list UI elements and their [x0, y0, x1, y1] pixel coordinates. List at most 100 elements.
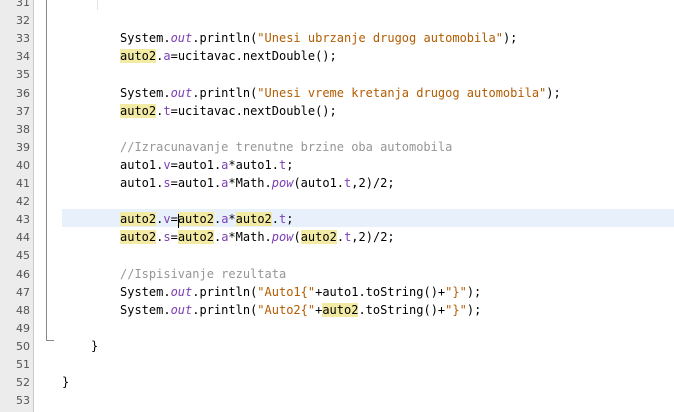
code-token: System. — [120, 31, 171, 46]
code-token: +auto1.toString()+ — [315, 284, 446, 299]
code-token: .println( — [192, 302, 258, 317]
code-line[interactable]: //Ispisivanje rezultata — [120, 267, 286, 281]
code-line[interactable]: auto1.v=auto1.a*auto1.t; — [120, 158, 293, 172]
code-token: =auto1. — [170, 176, 222, 190]
code-token: s — [163, 176, 171, 190]
code-token: "Auto2{" — [257, 302, 316, 317]
code-token: "Unesi vreme kretanja drugog automobila" — [257, 85, 547, 100]
code-line[interactable]: auto2.a=ucitavac.nextDouble(); — [120, 49, 337, 64]
code-token: ; — [286, 212, 294, 227]
code-line[interactable]: //Izracunavanje trenutne brzine oba auto… — [120, 140, 452, 154]
fold-guide-method — [46, 0, 47, 340]
code-token: } — [91, 338, 99, 353]
indent-guide — [97, 0, 98, 10]
code-line[interactable]: auto2.s=auto2.a*Math.pow(auto2.t,2)/2; — [120, 230, 395, 245]
code-token: (auto1. — [293, 176, 345, 190]
code-token: .println( — [192, 85, 258, 100]
code-token: auto1. — [120, 176, 164, 190]
code-token: .println( — [192, 31, 258, 46]
highlighted-occurrence: auto2 — [177, 230, 214, 245]
code-token: pow — [271, 176, 294, 190]
code-token: out — [170, 284, 193, 299]
line-number: 46 — [16, 267, 30, 281]
highlighted-occurrence: auto2 — [322, 302, 359, 317]
code-token: "Unesi ubrzanje drugog automobila" — [257, 31, 503, 46]
highlighted-occurrence: auto2 — [120, 212, 157, 227]
line-number: 43 — [16, 213, 30, 227]
line-number: 48 — [16, 303, 30, 317]
code-token: "Auto1{" — [257, 284, 316, 299]
code-token: s — [163, 230, 171, 245]
highlighted-occurrence: auto2 — [120, 103, 157, 118]
code-token: out — [170, 302, 193, 317]
code-token: ); — [546, 85, 561, 100]
code-token: . — [336, 230, 345, 245]
line-number: 34 — [16, 50, 30, 64]
line-number: 45 — [16, 249, 30, 263]
line-number: 53 — [16, 394, 30, 408]
code-token: System. — [120, 302, 171, 317]
code-token: =auto1. — [170, 157, 222, 172]
code-line[interactable]: System.out.println("Auto1{"+auto1.toStri… — [120, 285, 481, 299]
code-line[interactable]: auto2.t=ucitavac.nextDouble(); — [120, 103, 337, 118]
highlighted-occurrence: auto2 — [120, 49, 157, 64]
code-token: *Math. — [228, 230, 272, 245]
code-line[interactable]: System.out.println("Unesi ubrzanje drugo… — [120, 31, 517, 45]
code-token: . — [271, 212, 280, 227]
code-token: //Izracunavanje trenutne brzine oba auto… — [120, 139, 453, 154]
code-line[interactable]: auto1.s=auto1.a*Math.pow(auto1.t,2)/2; — [120, 176, 395, 190]
line-number: 33 — [16, 32, 30, 46]
code-token: ,2)/2; — [351, 230, 395, 245]
line-number: 50 — [16, 339, 30, 353]
line-number: 32 — [16, 14, 30, 28]
line-number: 51 — [16, 358, 30, 371]
code-line[interactable]: } — [62, 375, 69, 389]
code-editor[interactable]: 31 32 33 34 35 36 37 38 39 40 41 42 43 44 45 46 47 48 49 50… — [0, 0, 674, 412]
code-token: out — [170, 31, 193, 46]
code-token: pow — [271, 230, 294, 245]
line-number: 38 — [16, 122, 30, 136]
code-token: = — [170, 212, 178, 227]
code-token: System. — [120, 284, 171, 299]
line-number: 36 — [16, 86, 30, 100]
line-number: 31 — [16, 0, 30, 9]
highlighted-occurrence: auto2 — [235, 212, 272, 227]
line-number: 40 — [16, 158, 30, 172]
code-token: ( — [293, 230, 301, 245]
code-token: =ucitavac.nextDouble(); — [170, 49, 337, 64]
fold-margin — [34, 0, 60, 412]
line-number: 41 — [16, 177, 30, 190]
code-line[interactable]: System.out.println("Unesi vreme kretanja… — [120, 86, 561, 100]
code-token: v — [163, 157, 171, 172]
code-line[interactable]: } — [91, 339, 98, 353]
code-token: "}" — [445, 284, 467, 299]
code-token: =ucitavac.nextDouble(); — [170, 103, 337, 118]
code-token: .println( — [192, 284, 258, 299]
code-token: "}" — [445, 302, 467, 317]
line-number: 52 — [16, 376, 30, 390]
code-line[interactable]: auto2.v=auto2.a*auto2.t; — [120, 212, 294, 227]
code-token: out — [170, 85, 193, 100]
line-number: 47 — [16, 285, 30, 299]
code-line[interactable]: System.out.println("Auto2{"+auto2.toStri… — [120, 302, 481, 317]
highlighted-occurrence: auto2 — [120, 230, 157, 245]
fold-end-method — [46, 340, 54, 341]
code-token: *auto1. — [228, 157, 279, 172]
code-token: .toString()+ — [358, 302, 446, 317]
code-token: ,2)/2; — [351, 176, 395, 190]
code-token: t — [163, 103, 171, 118]
code-token: ); — [502, 31, 518, 46]
code-token: *Math. — [228, 176, 272, 190]
highlighted-occurrence: auto2 — [300, 230, 337, 245]
code-token: a — [163, 49, 171, 64]
line-number: 42 — [16, 195, 30, 209]
code-token: System. — [120, 85, 171, 100]
line-number: 44 — [16, 231, 30, 245]
text-caret — [178, 214, 179, 229]
code-token: = — [170, 230, 178, 245]
code-token: //Ispisivanje rezultata — [120, 266, 287, 281]
line-number-gutter[interactable]: 31 32 33 34 35 36 37 38 39 40 41 42 43 44 45 46 47 48 49 50… — [0, 0, 34, 412]
code-token: } — [62, 375, 70, 390]
line-number: 35 — [16, 68, 30, 82]
code-token: * — [228, 212, 236, 227]
